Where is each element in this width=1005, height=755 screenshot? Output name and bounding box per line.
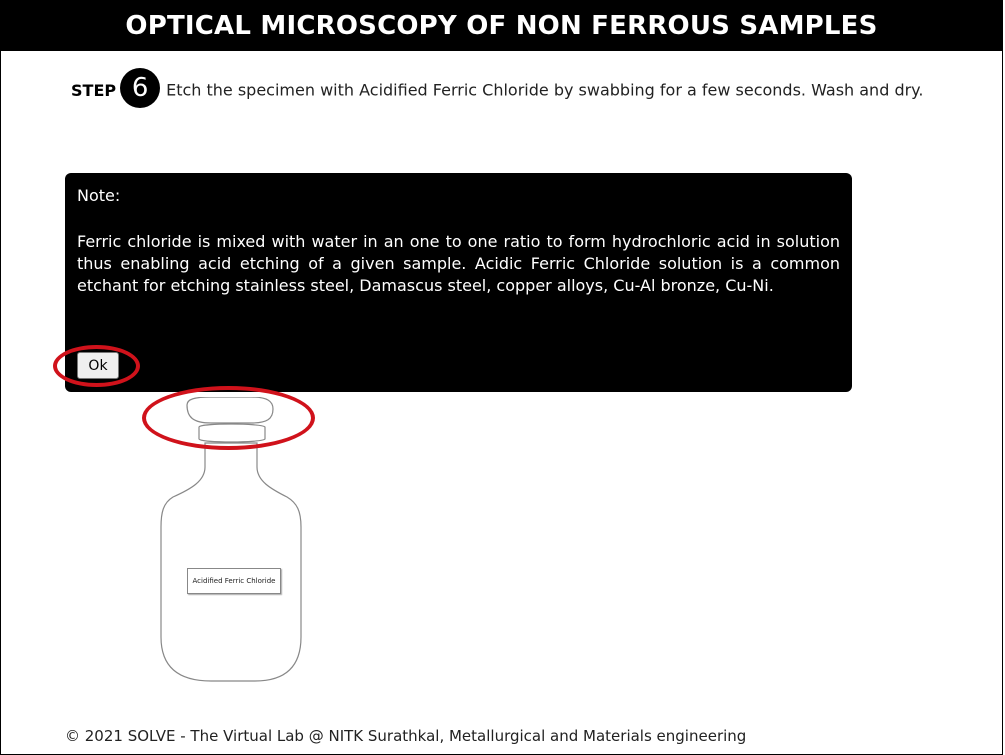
footer-copyright: © 2021 SOLVE - The Virtual Lab @ NITK Su… <box>65 727 747 745</box>
bottle-collar <box>198 423 266 443</box>
note-body: Ferric chloride is mixed with water in a… <box>77 232 840 295</box>
step-instruction: STEP 6 Etch the specimen with Acidified Fe… <box>65 68 975 111</box>
note-title: Note: <box>77 186 121 205</box>
page-frame: OPTICAL MICROSCOPY OF NON FERROUS SAMPLE… <box>0 0 1003 755</box>
bottle-body <box>160 442 302 682</box>
step-text: Etch the specimen with Acidified Ferric … <box>166 80 924 100</box>
reagent-bottle[interactable] <box>151 397 311 687</box>
page-title: OPTICAL MICROSCOPY OF NON FERROUS SAMPLE… <box>125 11 878 41</box>
bottle-stopper <box>186 397 274 424</box>
ok-button[interactable]: Ok <box>77 352 119 379</box>
step-number-badge: 6 <box>120 68 161 108</box>
bottle-label: Acidified Ferric Chloride <box>187 568 281 594</box>
page-header: OPTICAL MICROSCOPY OF NON FERROUS SAMPLE… <box>1 1 1002 51</box>
note-dialog: Note: Ferric chloride is mixed with wate… <box>65 173 852 392</box>
step-label: STEP <box>71 80 117 100</box>
